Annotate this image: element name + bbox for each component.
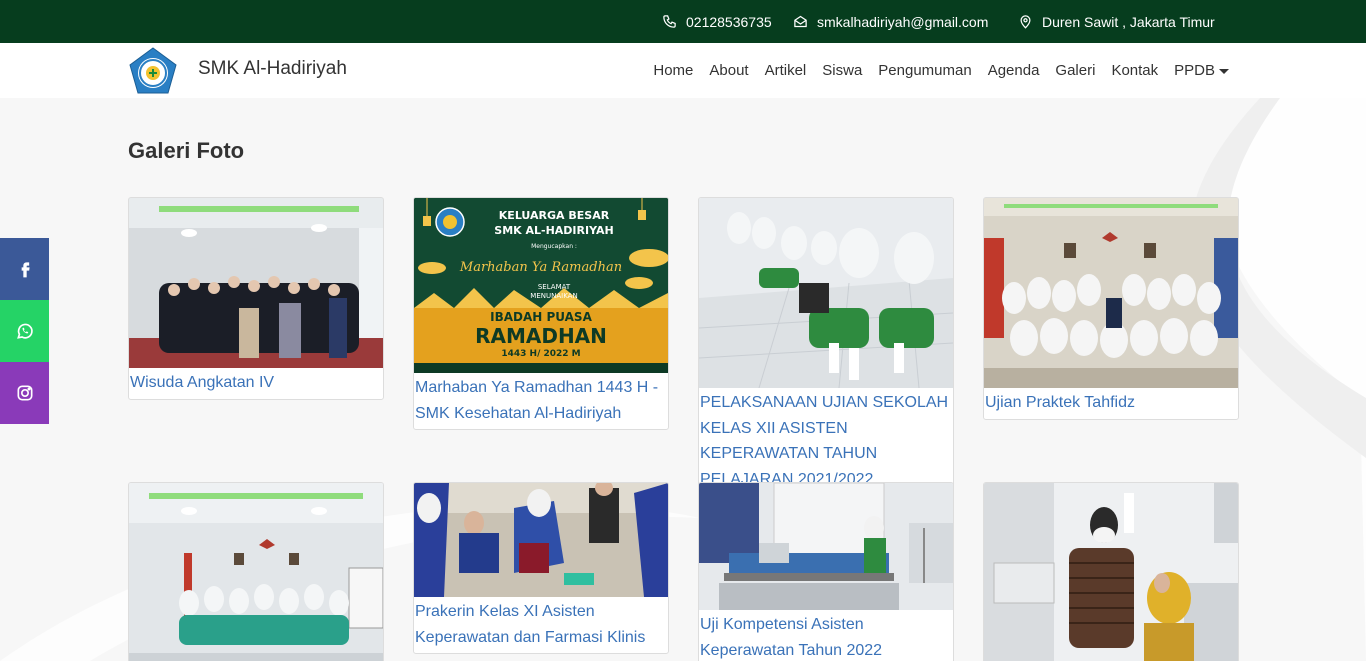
poster-ramadhan: RAMADHAN	[475, 324, 607, 348]
envelope-icon	[794, 15, 807, 28]
gallery-photo[interactable]	[984, 483, 1238, 661]
gallery-card[interactable]: Ujian Praktek Tahfidz	[983, 197, 1239, 420]
gallery-caption[interactable]: Uji Kompetensi Asisten Keperawatan Tahun…	[699, 610, 953, 661]
gallery-photo[interactable]: KELUARGA BESAR SMK AL-HADIRIYAH Mengucap…	[414, 198, 668, 373]
nav-ppdb-dropdown[interactable]: PPDB	[1174, 62, 1229, 79]
gallery-caption[interactable]: Wisuda Angkatan IV	[129, 368, 383, 399]
gallery-card[interactable]: KELUARGA BESAR SMK AL-HADIRIYAH Mengucap…	[413, 197, 669, 430]
nav-kontak[interactable]: Kontak	[1111, 62, 1158, 79]
gallery-caption[interactable]: PELAKSANAAN UJIAN SEKOLAH KELAS XII ASIS…	[699, 388, 953, 495]
school-logo[interactable]	[128, 47, 178, 95]
phone-number: 02128536735	[686, 13, 772, 30]
instagram-share-button[interactable]	[0, 362, 49, 424]
poster-school: SMK AL-HADIRIYAH	[494, 224, 613, 237]
gallery-caption[interactable]: Prakerin Kelas XI Asisten Keperawatan da…	[414, 597, 668, 653]
location-text: Duren Sawit , Jakarta Timur	[1042, 13, 1215, 30]
poster-greeting: Mengucapkan :	[531, 243, 577, 250]
gallery-caption[interactable]: Ujian Praktek Tahfidz	[984, 388, 1238, 419]
facebook-icon	[21, 262, 30, 278]
gallery-photo[interactable]	[129, 198, 383, 368]
gallery-section: Galeri Foto Wisuda Angkatan IV KELUARGA …	[0, 98, 1366, 661]
gallery-card[interactable]: Wisuda Angkatan IV	[128, 197, 384, 400]
gallery-card[interactable]: Prakerin Kelas XI Asisten Keperawatan da…	[413, 482, 669, 654]
gallery-card[interactable]: Uji Kompetensi Asisten Keperawatan Tahun…	[698, 482, 954, 661]
poster-selamat: SELAMAT	[538, 283, 571, 291]
poster-family: KELUARGA BESAR	[499, 209, 610, 222]
whatsapp-share-button[interactable]	[0, 300, 49, 362]
whatsapp-icon	[16, 323, 33, 339]
main-nav: Home About Artikel Siswa Pengumuman Agen…	[653, 43, 1229, 98]
nav-artikel[interactable]: Artikel	[765, 62, 807, 79]
nav-agenda[interactable]: Agenda	[988, 62, 1040, 79]
poster-year: 1443 H/ 2022 M	[501, 349, 580, 359]
page-title: Galeri Foto	[128, 138, 245, 163]
phone-contact[interactable]: 02128536735	[662, 0, 772, 43]
nav-galeri[interactable]: Galeri	[1055, 62, 1095, 79]
top-contact-bar: 02128536735 smkalhadiriyah@gmail.com Dur…	[0, 0, 1366, 43]
email-contact[interactable]: smkalhadiriyah@gmail.com	[793, 0, 988, 43]
email-address: smkalhadiriyah@gmail.com	[817, 13, 989, 30]
nav-home[interactable]: Home	[653, 62, 693, 79]
main-navbar: SMK Al-Hadiriyah Home About Artikel Sisw…	[0, 43, 1366, 98]
gallery-photo[interactable]	[984, 198, 1238, 388]
nav-ppdb-label: PPDB	[1174, 62, 1215, 79]
map-pin-icon	[1020, 15, 1031, 29]
gallery-caption[interactable]: Marhaban Ya Ramadhan 1443 H - SMK Keseha…	[414, 373, 668, 429]
instagram-icon	[17, 385, 32, 401]
poster-script: Marhaban Ya Ramadhan	[459, 260, 622, 275]
poster-menunaikan: MENUNAIKAN	[530, 292, 577, 300]
facebook-share-button[interactable]	[0, 238, 49, 300]
gallery-card[interactable]	[128, 482, 384, 661]
gallery-card[interactable]: PELAKSANAAN UJIAN SEKOLAH KELAS XII ASIS…	[698, 197, 954, 496]
brand-name[interactable]: SMK Al-Hadiriyah	[198, 58, 347, 80]
nav-siswa[interactable]: Siswa	[822, 62, 862, 79]
poster-ibadah: IBADAH PUASA	[490, 310, 592, 324]
phone-icon	[663, 15, 676, 28]
gallery-photo[interactable]	[414, 483, 668, 597]
gallery-photo[interactable]	[129, 483, 383, 661]
gallery-card[interactable]	[983, 482, 1239, 661]
gallery-photo[interactable]	[699, 198, 953, 388]
location-contact: Duren Sawit , Jakarta Timur	[1018, 0, 1215, 43]
gallery-photo[interactable]	[699, 483, 953, 610]
nav-about[interactable]: About	[709, 62, 748, 79]
nav-pengumuman[interactable]: Pengumuman	[878, 62, 971, 79]
caret-down-icon	[1219, 68, 1229, 74]
